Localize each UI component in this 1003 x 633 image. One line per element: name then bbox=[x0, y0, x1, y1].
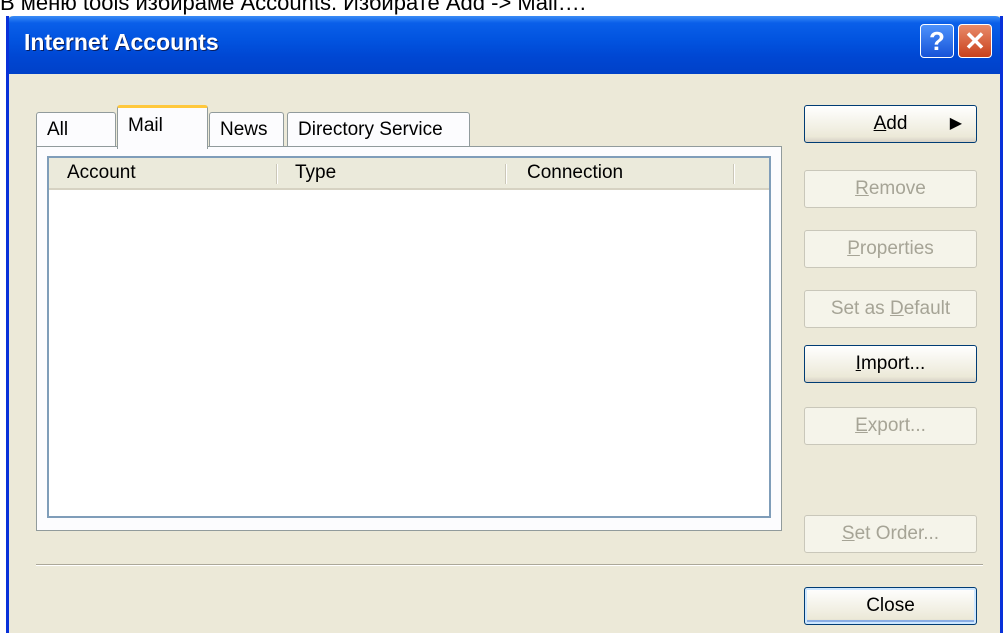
properties-button[interactable]: Properties bbox=[804, 230, 977, 268]
set-default-mnemonic: D bbox=[889, 298, 904, 319]
submenu-arrow-icon: ▶ bbox=[949, 115, 962, 132]
dialog-content: All Mail News Directory Service Account … bbox=[9, 74, 1000, 633]
properties-label: roperties bbox=[859, 238, 934, 259]
set-order-mnemonic: S bbox=[841, 523, 855, 544]
set-as-default-button[interactable]: Set as Default bbox=[804, 290, 977, 328]
export-label: xport... bbox=[867, 415, 926, 436]
close-window-button[interactable]: ✕ bbox=[958, 24, 992, 58]
import-label: mport... bbox=[860, 353, 926, 374]
export-mnemonic: E bbox=[855, 415, 868, 436]
tab-mail[interactable]: Mail bbox=[117, 105, 208, 149]
add-label: dd bbox=[886, 113, 908, 134]
set-default-label: efault bbox=[903, 298, 951, 319]
window-title: Internet Accounts bbox=[24, 29, 219, 55]
help-icon: ? bbox=[929, 25, 945, 56]
column-header-type[interactable]: Type bbox=[295, 158, 336, 188]
column-divider[interactable] bbox=[733, 164, 735, 184]
mail-tab-panel: Account Type Connection bbox=[36, 146, 782, 531]
column-divider[interactable] bbox=[276, 164, 278, 184]
help-button[interactable]: ? bbox=[920, 24, 954, 58]
tab-label: News bbox=[220, 119, 268, 140]
close-button[interactable]: Close bbox=[804, 587, 977, 625]
column-header-connection[interactable]: Connection bbox=[527, 158, 623, 188]
export-button[interactable]: Export... bbox=[804, 407, 977, 445]
close-label: Close bbox=[866, 595, 915, 616]
separator-line bbox=[36, 564, 983, 566]
tab-label: Mail bbox=[128, 115, 163, 136]
set-order-button[interactable]: Set Order... bbox=[804, 515, 977, 553]
add-mnemonic: A bbox=[873, 113, 887, 134]
tab-all[interactable]: All bbox=[36, 112, 116, 148]
remove-mnemonic: R bbox=[855, 178, 869, 199]
tab-news[interactable]: News bbox=[209, 112, 284, 148]
properties-mnemonic: P bbox=[847, 238, 860, 259]
title-bar[interactable]: Internet Accounts ? ✕ bbox=[9, 16, 1000, 74]
remove-label: emove bbox=[868, 178, 926, 199]
accounts-list[interactable]: Account Type Connection bbox=[47, 156, 771, 518]
remove-button[interactable]: Remove bbox=[804, 170, 977, 208]
add-button[interactable]: Add ▶ bbox=[804, 105, 977, 143]
tab-label: Directory Service bbox=[298, 119, 443, 140]
import-button[interactable]: Import... bbox=[804, 345, 977, 383]
tab-directory-service[interactable]: Directory Service bbox=[287, 112, 470, 148]
internet-accounts-dialog: Internet Accounts ? ✕ All Mail News Dire… bbox=[6, 16, 1003, 633]
tab-label: All bbox=[47, 119, 69, 140]
list-header: Account Type Connection bbox=[49, 158, 769, 190]
set-default-prefix: Set as bbox=[830, 298, 890, 319]
close-icon: ✕ bbox=[964, 25, 986, 56]
column-divider[interactable] bbox=[505, 164, 507, 184]
set-order-label: et Order... bbox=[854, 523, 940, 544]
column-header-account[interactable]: Account bbox=[67, 158, 136, 188]
